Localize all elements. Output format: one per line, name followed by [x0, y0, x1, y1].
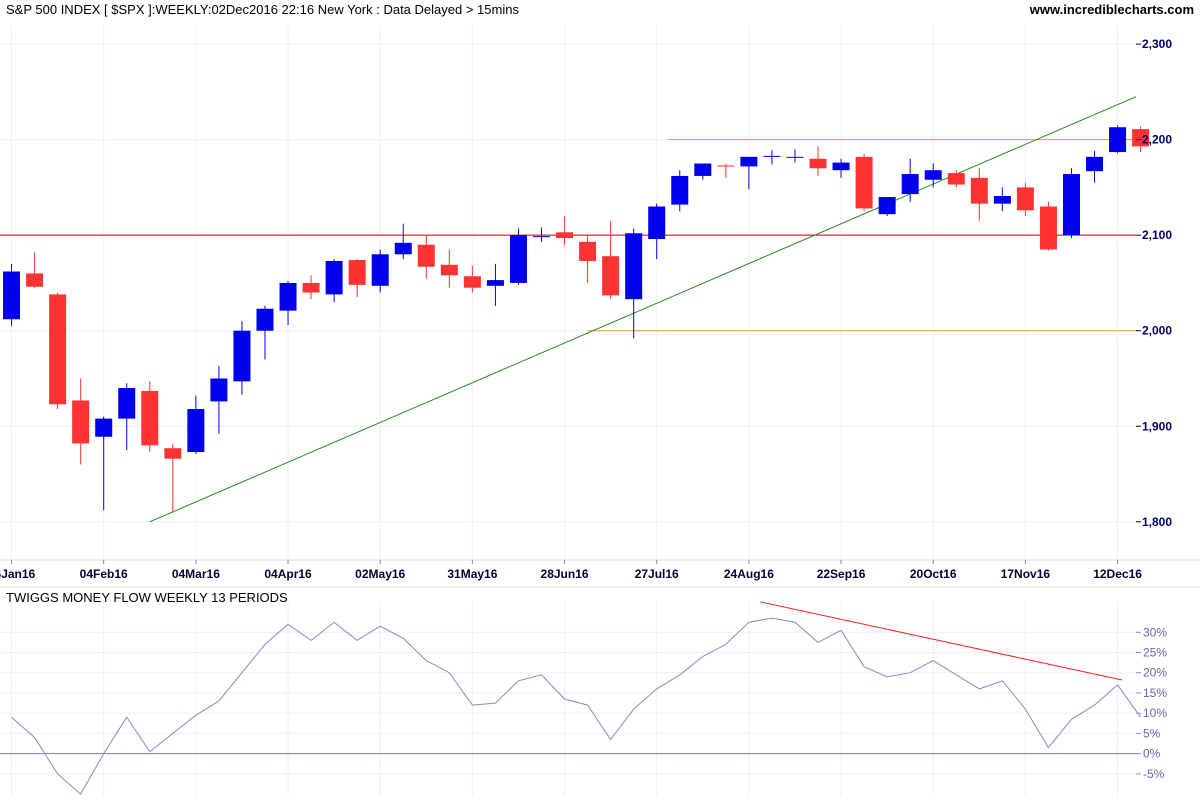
date-tick-label: 31May16: [447, 567, 497, 581]
candle-body: [740, 156, 758, 167]
candle-body: [440, 264, 458, 276]
price-y-tick-label: 2,300: [1142, 37, 1172, 51]
candle-body: [279, 282, 297, 311]
indicator-y-tick-label: 10%: [1143, 706, 1167, 720]
chart-canvas: S&P 500 INDEX [ $SPX ]:WEEKLY:02Dec2016 …: [0, 0, 1200, 800]
candle: [878, 196, 896, 217]
candle-body: [1039, 206, 1057, 250]
candle-body: [901, 174, 919, 195]
indicator-y-tick-label: 20%: [1143, 666, 1167, 680]
candle-body: [394, 242, 412, 255]
date-tick-label: 04Feb16: [80, 567, 128, 581]
candle: [1062, 168, 1080, 239]
candle-body: [95, 418, 113, 437]
candle-body: [371, 254, 389, 286]
candle-body: [993, 196, 1011, 204]
price-y-tick-label: 2,200: [1142, 133, 1172, 147]
candle-body: [325, 260, 343, 295]
candle-body: [417, 244, 435, 267]
candle-body: [878, 196, 896, 215]
candle-body: [786, 156, 804, 158]
price-y-tick-label: 2,000: [1142, 324, 1172, 338]
site-watermark[interactable]: www.incrediblecharts.com: [1029, 2, 1194, 17]
candle-body: [924, 170, 942, 180]
date-tick-label: 28Jun16: [541, 567, 589, 581]
candle-body: [648, 206, 666, 239]
chart-background: [0, 0, 1200, 800]
candle: [49, 292, 67, 410]
candle-body: [141, 390, 159, 446]
candle-body: [717, 165, 735, 167]
indicator-y-tick-label: 30%: [1143, 625, 1167, 639]
date-tick-label: 06Jan16: [0, 567, 36, 581]
candle-body: [3, 271, 21, 320]
price-y-tick-label: 2,100: [1142, 228, 1172, 242]
candle-body: [26, 273, 44, 287]
candle: [855, 153, 873, 212]
candle-body: [694, 163, 712, 176]
candle-body: [970, 177, 988, 204]
candle-body: [302, 282, 320, 293]
indicator-y-tick-label: 0%: [1143, 747, 1161, 761]
candle: [141, 381, 159, 453]
candle-body: [49, 294, 67, 405]
date-tick-label: 24Aug16: [724, 567, 774, 581]
candle-body: [187, 409, 205, 453]
date-tick-label: 04Apr16: [264, 567, 312, 581]
candle-body: [671, 175, 689, 205]
candle-body: [1086, 156, 1104, 172]
candle-body: [164, 448, 182, 459]
candle-body: [1062, 174, 1080, 236]
candle-body: [348, 260, 366, 285]
candle-body: [533, 236, 551, 238]
candle-body: [486, 280, 504, 286]
candle-body: [1016, 187, 1034, 211]
date-tick-label: 04Mar16: [172, 567, 220, 581]
price-y-tick-label: 1,800: [1142, 515, 1172, 529]
indicator-y-tick-label: 25%: [1143, 646, 1167, 660]
candle-body: [832, 162, 850, 171]
candle-body: [855, 156, 873, 209]
price-y-tick-label: 1,900: [1142, 419, 1172, 433]
candle-body: [509, 235, 527, 283]
date-tick-label: 27Jul16: [635, 567, 679, 581]
indicator-title: TWIGGS MONEY FLOW WEEKLY 13 PERIODS: [6, 590, 288, 605]
candle: [509, 228, 527, 285]
indicator-y-tick-label: 15%: [1143, 686, 1167, 700]
candle-body: [118, 388, 136, 419]
date-tick-label: 20Oct16: [910, 567, 957, 581]
indicator-y-tick-label: -5%: [1143, 767, 1165, 781]
candle: [1109, 125, 1127, 154]
candle-body: [625, 233, 643, 300]
indicator-y-tick-label: 5%: [1143, 726, 1161, 740]
candle-body: [556, 232, 574, 239]
date-tick-label: 22Sep16: [817, 567, 866, 581]
date-tick-label: 17Nov16: [1001, 567, 1051, 581]
candle-body: [463, 276, 481, 288]
candle-body: [809, 158, 827, 169]
candle-body: [1109, 127, 1127, 153]
candle-body: [233, 330, 251, 382]
chart-title: S&P 500 INDEX [ $SPX ]:WEEKLY:02Dec2016 …: [6, 2, 519, 17]
candle: [3, 263, 21, 326]
candle-body: [210, 378, 228, 402]
candle: [1039, 201, 1057, 251]
candle-body: [72, 400, 90, 444]
candle-body: [602, 256, 620, 296]
candle-body: [579, 241, 597, 261]
candle-body: [763, 155, 781, 157]
date-tick-label: 12Dec16: [1093, 567, 1142, 581]
date-tick-label: 02May16: [355, 567, 405, 581]
candle-body: [947, 173, 965, 185]
candle-body: [256, 308, 274, 331]
